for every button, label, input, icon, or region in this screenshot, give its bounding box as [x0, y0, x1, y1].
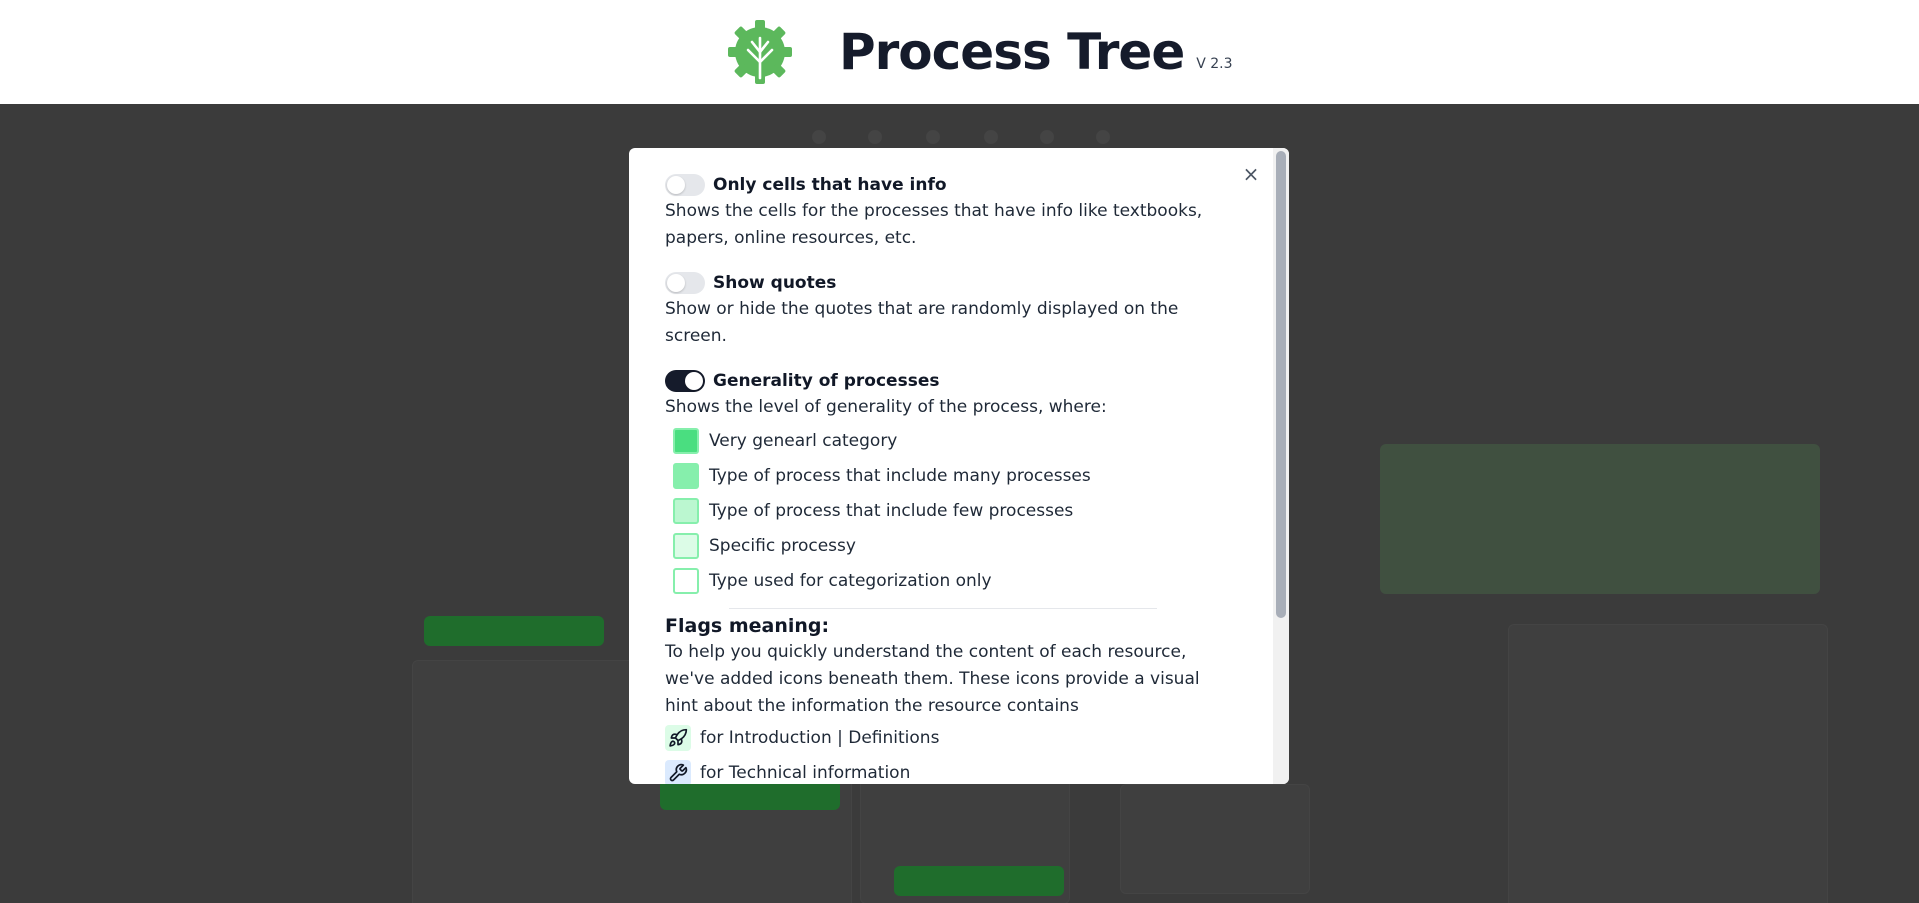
bg-decor-dot: [926, 130, 940, 144]
legend-item: Type of process that include few process…: [673, 493, 1237, 528]
wrench-icon: [665, 759, 691, 784]
bg-decor-dot: [812, 130, 826, 144]
legend-label: Type used for categorization only: [709, 570, 992, 591]
bg-subtree-panel: [1120, 784, 1310, 894]
legend-swatch: [673, 532, 699, 559]
bg-decor-dot: [1040, 130, 1054, 144]
bg-side-panel: [1508, 624, 1828, 903]
bg-node-pill: [894, 866, 1064, 896]
header-brand: Process Tree V 2.3: [726, 16, 1233, 88]
generality-legend: Very genearl category Type of process th…: [673, 423, 1237, 598]
bg-node-pill: [424, 616, 604, 646]
setting-title: Only cells that have info: [713, 175, 947, 195]
bg-decor-dot: [868, 130, 882, 144]
flag-label: for Introduction | Definitions: [700, 727, 940, 748]
only-info-cells-toggle[interactable]: [665, 174, 705, 196]
bg-info-card: [1380, 444, 1820, 594]
flags-description: To help you quickly understand the conte…: [665, 642, 1200, 716]
legend-swatch: [673, 497, 699, 524]
bg-node-pill: [660, 780, 840, 810]
bg-decor-dot: [984, 130, 998, 144]
setting-title: Show quotes: [713, 273, 837, 293]
legend-item: Type of process that include many proces…: [673, 458, 1237, 493]
settings-modal: Only cells that have info Shows the cell…: [629, 148, 1289, 784]
generality-toggle[interactable]: [665, 370, 705, 392]
legend-item: Specific processy: [673, 528, 1237, 563]
modal-scrollbar-thumb[interactable]: [1276, 151, 1286, 618]
flag-item-technical: for Technical information: [665, 755, 1237, 784]
legend-label: Type of process that include many proces…: [709, 465, 1091, 486]
close-button[interactable]: ×: [1239, 162, 1263, 186]
setting-title: Generality of processes: [713, 371, 940, 391]
tree-gear-logo-icon: [728, 20, 792, 84]
app-version: V 2.3: [1196, 56, 1233, 72]
modal-content[interactable]: Only cells that have info Shows the cell…: [629, 148, 1273, 784]
legend-swatch: [673, 427, 699, 454]
legend-swatch: [673, 462, 699, 489]
setting-only-info-cells: Only cells that have info Shows the cell…: [665, 172, 1237, 252]
setting-show-quotes: Show quotes Show or hide the quotes that…: [665, 270, 1237, 350]
legend-label: Type of process that include few process…: [709, 500, 1074, 521]
app-header: Process Tree V 2.3: [0, 0, 1919, 104]
flag-label: for Technical information: [700, 762, 911, 783]
setting-description: Shows the cells for the processes that h…: [665, 201, 1203, 248]
setting-generality: Generality of processes Shows the level …: [665, 368, 1237, 598]
setting-description: Show or hide the quotes that are randoml…: [665, 299, 1179, 346]
setting-description: Shows the level of generality of the pro…: [665, 397, 1107, 417]
legend-swatch: [673, 567, 699, 594]
flags-title: Flags meaning:: [665, 615, 830, 637]
app-title: Process Tree: [839, 23, 1185, 81]
show-quotes-toggle[interactable]: [665, 272, 705, 294]
flag-item-introduction: for Introduction | Definitions: [665, 720, 1237, 755]
section-divider: [729, 608, 1157, 609]
legend-label: Very genearl category: [709, 430, 898, 451]
bg-decor-dot: [1096, 130, 1110, 144]
legend-item: Very genearl category: [673, 423, 1237, 458]
legend-item: Type used for categorization only: [673, 563, 1237, 598]
legend-label: Specific processy: [709, 535, 856, 556]
rocket-icon: [665, 724, 691, 751]
